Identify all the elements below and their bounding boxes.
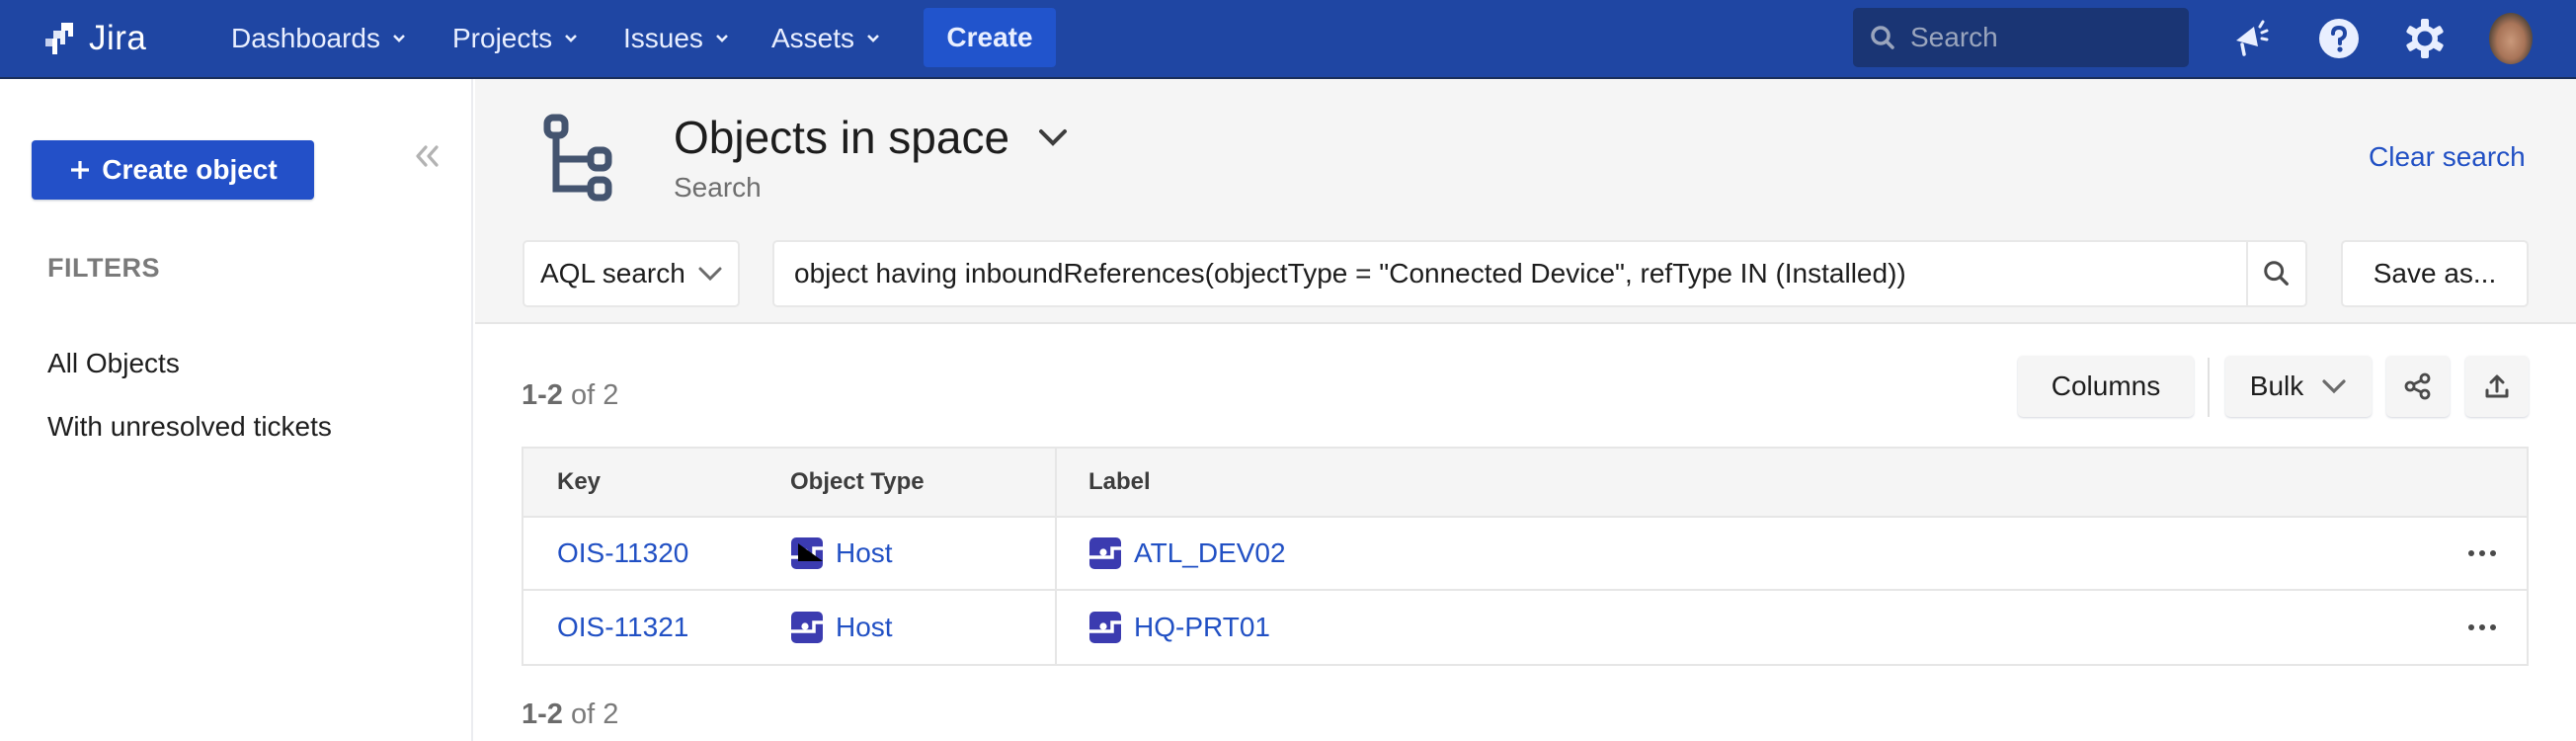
host-icon	[1089, 612, 1121, 643]
chevron-down-icon	[867, 35, 879, 42]
label-cell: ATL_DEV02	[1057, 518, 2438, 589]
toolbar-divider	[2208, 358, 2210, 417]
table-header-row: Key Object Type Label	[523, 449, 2527, 518]
column-header-label[interactable]: Label	[1057, 449, 2438, 516]
chevron-down-icon	[716, 35, 728, 42]
double-chevron-left-icon	[416, 145, 439, 167]
object-key-link[interactable]: OIS-11320	[557, 537, 688, 569]
object-schema-icon	[543, 114, 612, 202]
help-button[interactable]	[2314, 14, 2364, 63]
columns-button[interactable]: Columns	[2018, 356, 2194, 417]
chevron-down-icon	[698, 267, 722, 282]
settings-button[interactable]	[2400, 14, 2450, 63]
results-count-bottom: 1-2 of 2	[522, 699, 618, 731]
jira-logo[interactable]: Jira	[40, 18, 146, 59]
nav-issues[interactable]: Issues	[623, 16, 729, 61]
search-mode-value: AQL search	[540, 258, 685, 288]
search-mode-select[interactable]: AQL search	[523, 240, 740, 307]
save-as-button[interactable]: Save as...	[2341, 240, 2529, 307]
nav-issues-label: Issues	[623, 23, 703, 53]
export-button[interactable]	[2465, 356, 2529, 417]
object-type-link[interactable]: Host	[836, 612, 893, 643]
bulk-button[interactable]: Bulk	[2225, 356, 2372, 417]
top-navigation: Jira Dashboards Projects Issues Assets C…	[0, 0, 2576, 79]
row-more-actions-button[interactable]	[2462, 538, 2502, 568]
label-cell: HQ-PRT01	[1057, 591, 2438, 664]
chevron-down-icon[interactable]	[1035, 124, 1071, 152]
collapse-sidebar-button[interactable]	[407, 136, 446, 176]
megaphone-icon	[2236, 20, 2269, 56]
results-total: of 2	[570, 379, 619, 411]
aql-query-input[interactable]	[774, 242, 2246, 305]
export-upload-icon	[2485, 374, 2509, 398]
more-horizontal-icon	[2468, 550, 2496, 556]
search-icon	[2264, 261, 2289, 286]
object-label-link[interactable]: ATL_DEV02	[1134, 537, 1286, 569]
results-total: of 2	[570, 699, 619, 730]
nav-dashboards-label: Dashboards	[231, 23, 380, 53]
row-more-actions-button[interactable]	[2462, 613, 2502, 642]
column-header-key-label: Key	[557, 468, 602, 495]
column-header-key[interactable]: Key	[523, 449, 790, 516]
object-label-link[interactable]: HQ-PRT01	[1134, 612, 1270, 643]
jira-logo-icon	[45, 23, 73, 54]
host-icon	[791, 612, 823, 643]
nav-assets-label: Assets	[771, 23, 855, 53]
columns-label: Columns	[2051, 370, 2161, 401]
table-row: OIS-11321 Host HQ-PRT01	[523, 591, 2527, 664]
object-key-link[interactable]: OIS-11321	[557, 612, 688, 643]
more-horizontal-icon	[2468, 624, 2496, 630]
page-title: Objects in space	[674, 112, 1010, 163]
run-search-button[interactable]	[2246, 242, 2305, 305]
filter-unresolved-tickets[interactable]: With unresolved tickets	[47, 411, 332, 443]
column-header-actions	[2438, 449, 2527, 516]
column-header-object-type[interactable]: Object Type	[790, 449, 1057, 516]
notifications-button[interactable]	[2227, 14, 2277, 63]
chevron-down-icon	[565, 35, 578, 42]
object-type-link[interactable]: Host	[836, 537, 893, 569]
nav-projects-label: Projects	[452, 23, 553, 53]
chevron-down-icon	[2322, 379, 2346, 394]
results-count-top: 1-2 of 2	[522, 379, 618, 412]
bulk-label: Bulk	[2249, 370, 2304, 401]
brand-name: Jira	[89, 19, 147, 57]
host-icon	[1089, 537, 1121, 569]
user-avatar[interactable]	[2489, 13, 2533, 64]
create-button[interactable]: Create	[924, 8, 1056, 67]
object-type-cell: Host	[790, 518, 1057, 589]
share-button[interactable]	[2386, 356, 2450, 417]
gear-icon	[2406, 19, 2444, 58]
create-object-label: Create object	[102, 154, 278, 185]
plus-icon	[71, 161, 90, 179]
search-icon	[1871, 26, 1894, 49]
key-cell: OIS-11321	[523, 591, 790, 664]
table-row: OIS-11320 Host ATL_DEV02	[523, 518, 2527, 591]
host-icon	[791, 537, 823, 569]
page-subtitle: Search	[674, 172, 762, 203]
filters-heading: FILTERS	[47, 253, 160, 283]
results-range: 1-2	[522, 379, 563, 411]
results-table: Key Object Type Label OIS-11320 Host ATL…	[522, 447, 2529, 666]
global-search-input[interactable]	[1910, 22, 2167, 53]
object-type-cell: Host	[790, 591, 1057, 664]
column-header-object-type-label: Object Type	[790, 468, 925, 495]
nav-assets[interactable]: Assets	[771, 16, 880, 61]
actions-cell	[2438, 591, 2527, 664]
clear-search-link[interactable]: Clear search	[2369, 141, 2526, 173]
global-search[interactable]	[1853, 8, 2189, 67]
results-range: 1-2	[522, 699, 563, 730]
filter-all-objects[interactable]: All Objects	[47, 348, 180, 379]
nav-dashboards[interactable]: Dashboards	[231, 16, 406, 61]
chevron-down-icon	[393, 35, 405, 42]
key-cell: OIS-11320	[523, 518, 790, 589]
actions-cell	[2438, 518, 2527, 589]
help-icon	[2319, 19, 2359, 58]
share-icon	[2404, 372, 2431, 400]
aql-query-field	[772, 240, 2307, 307]
column-header-label-label: Label	[1088, 468, 1151, 495]
sidebar: Create object FILTERS All Objects With u…	[0, 79, 473, 741]
create-object-button[interactable]: Create object	[32, 140, 314, 200]
nav-projects[interactable]: Projects	[452, 16, 578, 61]
